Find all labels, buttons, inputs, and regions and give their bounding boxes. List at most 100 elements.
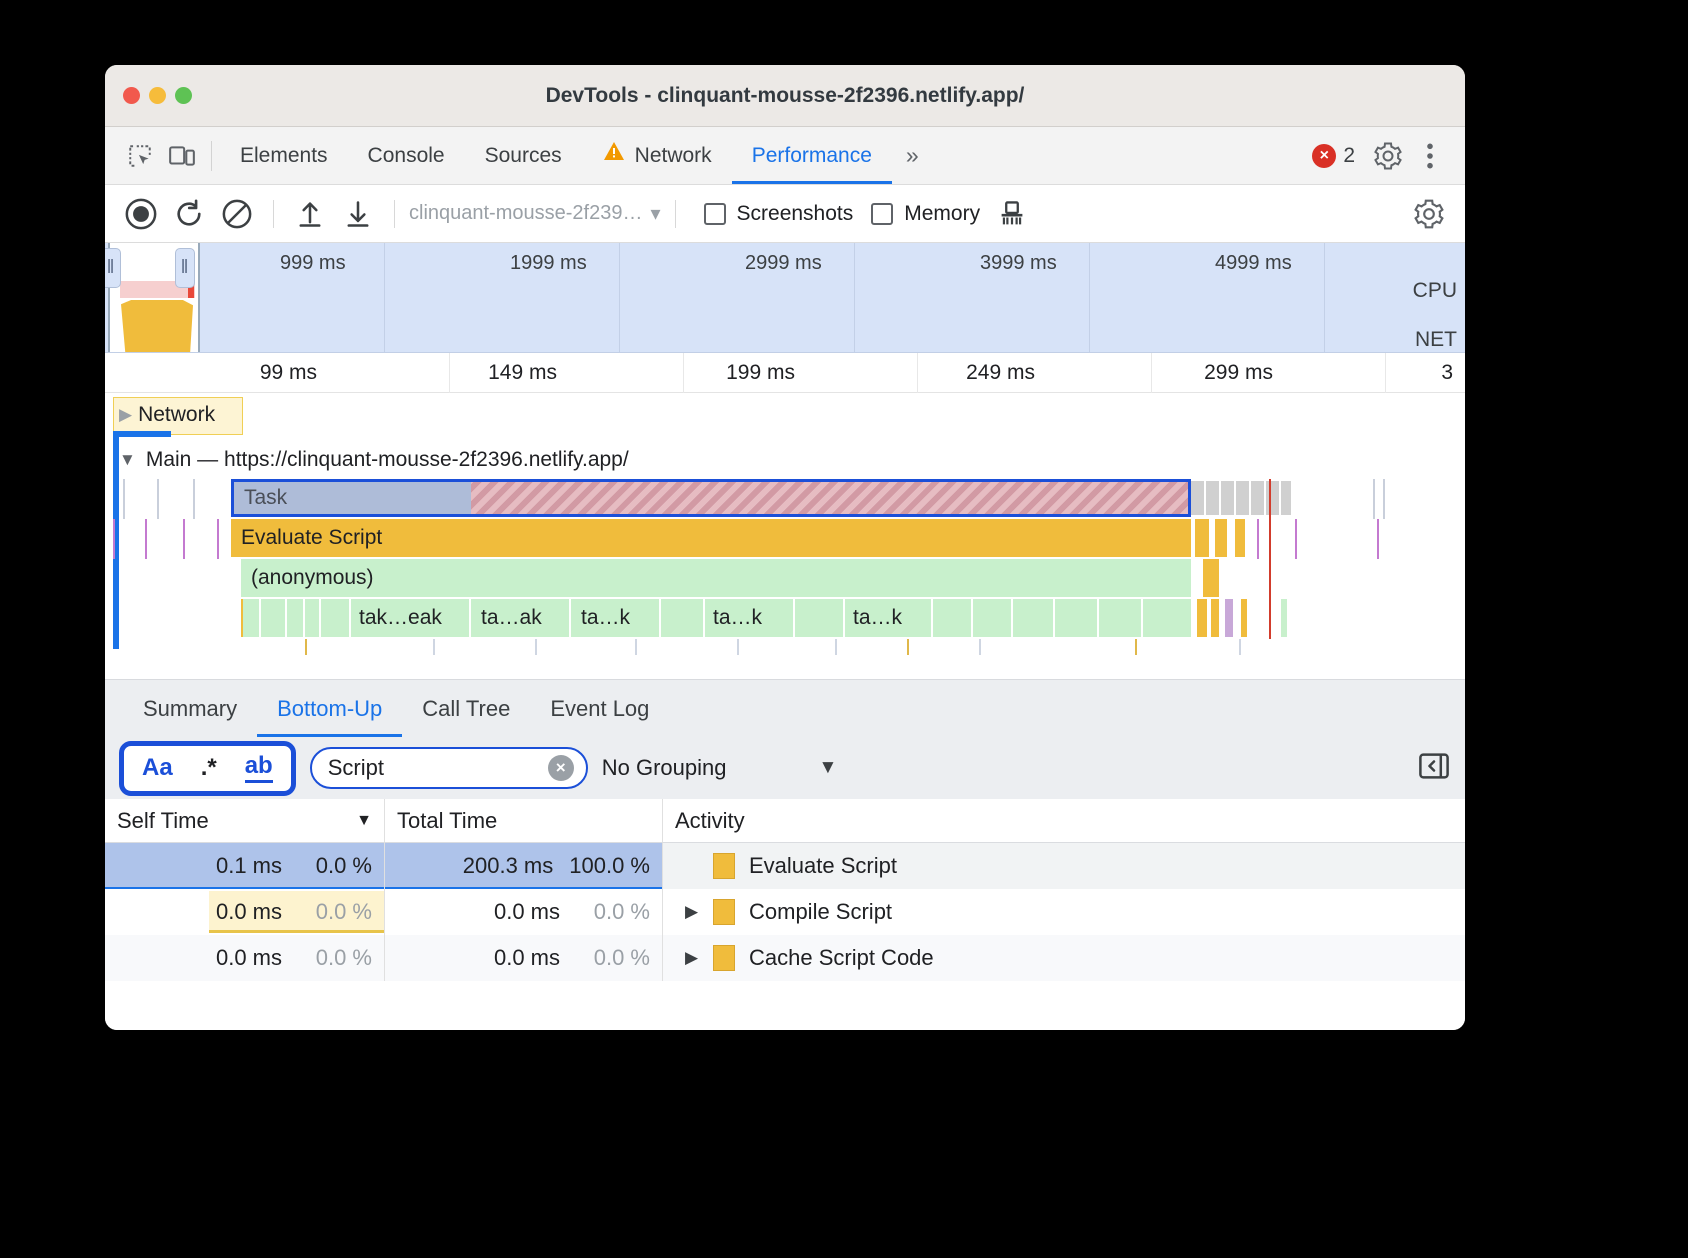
cell-self-time: 0.0 ms 0.0 % [105,935,385,981]
self-time-value: 0.0 ms [215,945,282,970]
column-header-activity-label: Activity [675,807,745,833]
main-track-label: Main — https://clinquant-mousse-2f2396.n… [145,448,629,471]
tab-performance[interactable]: Performance [732,127,892,184]
recording-selector[interactable]: clinquant-mousse-2f239… ▾ [409,201,661,226]
flame-row-task: Task [105,479,1465,519]
tab-network[interactable]: Network [582,127,732,184]
tab-divider [211,140,212,171]
screenshots-checkbox[interactable]: Screenshots [703,202,853,226]
tab-summary[interactable]: Summary [123,680,257,737]
maximize-button[interactable] [175,87,192,104]
timeline-overview[interactable]: 999 ms 1999 ms 2999 ms 3999 ms 4999 ms ‖… [105,243,1465,353]
overview-handle-right[interactable]: ‖ [175,248,195,288]
tab-elements[interactable]: Elements [220,127,348,184]
sort-descending-icon: ▼ [356,811,372,829]
grouping-selector[interactable]: No Grouping ▼ [602,755,838,781]
flame-bar-evaluate-script[interactable]: Evaluate Script [231,519,1191,557]
clear-recording-icon[interactable] [215,192,259,236]
overview-track-cpu: CPU [1412,279,1457,302]
self-time-value: 0.0 ms [215,899,282,924]
clear-filter-icon[interactable]: × [547,755,574,781]
window-title: DevTools - clinquant-mousse-2f2396.netli… [545,83,1025,107]
main-track-accent-top [113,431,171,437]
collect-garbage-icon[interactable] [990,192,1034,236]
cell-self-time: 0.0 ms 0.0 % [105,889,385,935]
memory-checkbox[interactable]: Memory [871,202,980,226]
table-row[interactable]: 0.0 ms 0.0 % 0.0 ms 0.0 % ▶ Compile Scri… [105,889,1465,935]
tab-sources[interactable]: Sources [465,127,582,184]
overview-tick-5: 4999 ms [1215,252,1292,274]
device-toolbar-icon[interactable] [161,135,203,177]
flamechart-ruler: 99 ms 149 ms 199 ms 249 ms 299 ms 3 [105,353,1465,622]
collapse-sidebar-icon[interactable] [1417,749,1451,788]
self-time-percent: 0.0 % [315,899,372,924]
row-disclosure-triangle[interactable]: ▶ [685,948,699,968]
network-track-header[interactable]: ▶ Network [119,403,215,427]
tab-elements-label: Elements [240,144,328,167]
recording-selector-label: clinquant-mousse-2f239… [409,202,643,224]
toolbar-divider-2 [394,199,395,228]
record-button[interactable] [119,192,163,236]
total-time-value: 0.0 ms [493,945,560,970]
flame-bar-subtask-label-1: tak…eak [359,606,442,629]
tab-bottom-up[interactable]: Bottom-Up [257,680,402,737]
match-case-toggle[interactable]: Aa [142,754,173,782]
tab-summary-label: Summary [143,696,238,721]
flame-bar-subtask-label-5: ta…k [853,606,903,629]
column-header-total-time[interactable]: Total Time [385,799,663,842]
overview-track-net: NET [1415,328,1457,351]
tab-console-label: Console [367,144,445,167]
activity-name: Cache Script Code [749,945,934,970]
inspect-element-icon[interactable] [119,135,161,177]
capture-settings-gear-icon[interactable] [1407,192,1451,236]
regex-toggle[interactable]: .* [201,754,217,782]
tab-call-tree[interactable]: Call Tree [402,680,530,737]
ruler-tick-1: 99 ms [259,361,317,384]
more-tabs-icon[interactable]: » [892,142,930,169]
flame-bar-subtask-group[interactable]: tak…eak ta…ak ta…k ta…k ta…k [241,599,1191,637]
gear-icon[interactable] [1367,135,1409,177]
filter-toolbar: Aa .* ab Script × No Grouping ▼ [105,737,1465,799]
overview-tick-2: 1999 ms [510,252,587,274]
main-track-header[interactable]: ▼ Main — https://clinquant-mousse-2f2396… [105,441,629,479]
reload-and-record-icon[interactable] [167,192,211,236]
main-expander-icon[interactable]: ▼ [119,450,136,470]
warning-triangle-icon [602,127,626,184]
column-header-activity[interactable]: Activity [663,799,1465,842]
row-disclosure-triangle[interactable]: ▶ [685,902,699,922]
cell-total-time: 200.3 ms 100.0 % [385,843,663,889]
toolbar-divider [273,199,274,228]
kebab-menu-icon[interactable] [1409,135,1451,177]
column-header-self-time[interactable]: Self Time ▼ [105,799,385,842]
error-badge[interactable]: × 2 [1300,143,1367,168]
minimize-button[interactable] [149,87,166,104]
flame-bar-anonymous[interactable]: (anonymous) [241,559,1191,597]
upload-profile-icon[interactable] [288,192,332,236]
flamechart[interactable]: ▶ Network ▼ Main — https://clinquant-mou… [105,393,1465,655]
overview-handle-left[interactable]: ‖ [105,248,121,288]
activity-color-swatch [713,945,735,971]
filter-input-wrapper[interactable]: Script × [309,747,588,789]
column-header-self-time-label: Self Time [117,807,209,833]
tab-sources-label: Sources [484,144,562,167]
search-options-group: Aa .* ab [119,740,296,796]
overview-tick-1: 999 ms [280,252,346,274]
tab-bottom-up-label: Bottom-Up [277,696,383,721]
flame-row-anonymous: (anonymous) [105,559,1465,599]
flame-bar-task[interactable]: Task [231,479,1191,517]
cell-self-time: 0.1 ms 0.0 % [105,843,385,889]
network-expander-icon[interactable]: ▶ [119,405,132,425]
table-row[interactable]: 0.1 ms 0.0 % 200.3 ms 100.0 % Evaluate S… [105,843,1465,889]
filter-input[interactable]: Script [328,755,548,781]
chevron-down-icon: ▼ [818,757,838,778]
table-row[interactable]: 0.0 ms 0.0 % 0.0 ms 0.0 % ▶ Cache Script… [105,935,1465,981]
download-profile-icon[interactable] [336,192,380,236]
tab-event-log[interactable]: Event Log [530,680,669,737]
flame-bar-anonymous-label: (anonymous) [251,566,374,589]
close-button[interactable] [123,87,140,104]
tab-console[interactable]: Console [348,127,465,184]
error-close-icon: × [1312,143,1337,168]
whole-word-toggle[interactable]: ab [244,753,273,783]
flame-row-subtasks: tak…eak ta…ak ta…k ta…k ta…k [105,599,1465,639]
chevron-down-icon: ▾ [650,203,661,225]
